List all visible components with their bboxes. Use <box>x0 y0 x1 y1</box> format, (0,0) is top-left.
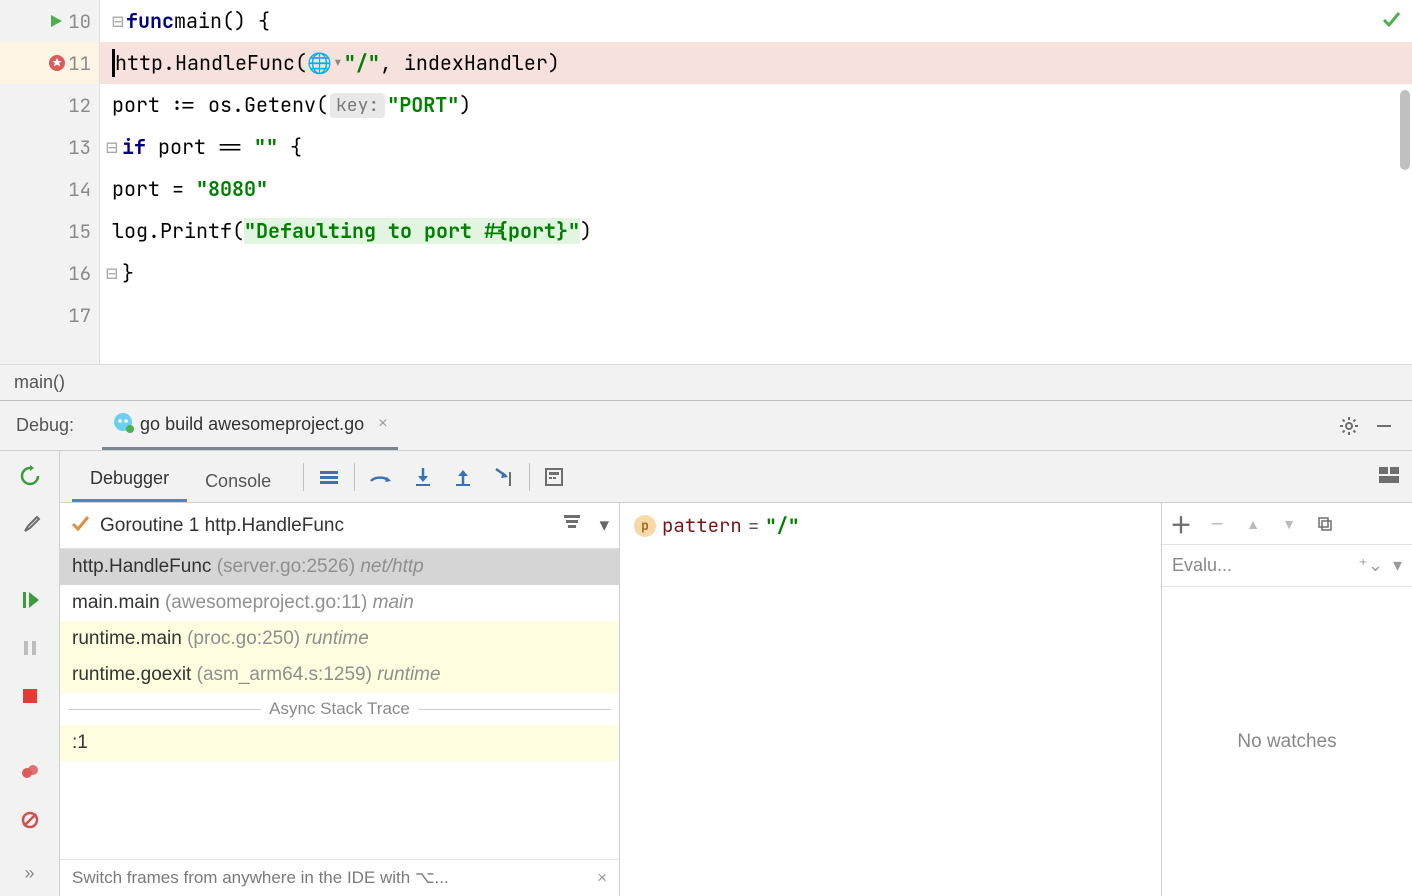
pause-button[interactable] <box>15 633 45 663</box>
mute-breakpoints-button[interactable] <box>15 805 45 835</box>
gopher-icon <box>112 411 134 438</box>
close-tab-icon[interactable]: × <box>378 415 387 433</box>
evaluate-input[interactable]: Evalu... ⁺⌄ ▾ <box>1162 545 1412 587</box>
move-down-icon[interactable]: ▼ <box>1278 516 1300 532</box>
stack-frame[interactable]: runtime.goexit (asm_arm64.s:1259) runtim… <box>60 657 619 693</box>
settings-icon[interactable] <box>1338 415 1360 437</box>
stack-frame[interactable]: :1 <box>60 725 619 761</box>
show-execution-point-icon[interactable] <box>318 468 340 486</box>
layout-settings-icon[interactable] <box>1378 466 1400 484</box>
line-number: 15 <box>49 219 91 244</box>
run-to-cursor-icon[interactable] <box>493 466 515 488</box>
console-tab[interactable]: Console <box>187 459 289 502</box>
move-up-icon[interactable]: ▲ <box>1242 516 1264 532</box>
remove-watch-icon[interactable]: − <box>1206 511 1228 537</box>
line-number: 13 <box>49 135 91 160</box>
debug-actions-strip: » <box>0 451 60 896</box>
copy-icon[interactable] <box>1314 516 1336 532</box>
inspection-ok-icon[interactable] <box>1380 8 1402 36</box>
watches-panel: ＋ − ▲ ▼ Evalu... ⁺⌄ ▾ No watches <box>1162 503 1412 896</box>
step-over-icon[interactable] <box>369 467 393 487</box>
stack-frame[interactable]: http.HandleFunc (server.go:2526) net/htt… <box>60 549 619 585</box>
debug-header: Debug: go build awesomeproject.go × <box>0 400 1412 450</box>
minimize-icon[interactable] <box>1374 415 1394 437</box>
debugger-tab[interactable]: Debugger <box>72 456 187 502</box>
breadcrumb[interactable]: main() <box>0 364 1412 400</box>
globe-icon[interactable]: 🌐▾ <box>307 50 344 76</box>
fold-icon[interactable]: ⊟ <box>112 8 124 34</box>
add-watch-icon[interactable]: ＋ <box>1170 508 1192 540</box>
step-out-icon[interactable] <box>453 466 473 488</box>
code-editor[interactable]: ⊟func main() { http.HandleFunc(🌐▾"/", in… <box>100 0 1412 364</box>
step-into-icon[interactable] <box>413 466 433 488</box>
resume-button[interactable] <box>15 585 45 615</box>
add-to-watches-icon[interactable]: ⁺⌄ <box>1358 555 1383 576</box>
variables-panel[interactable]: p pattern = "/" <box>620 503 1162 896</box>
frames-panel: Goroutine 1 http.HandleFunc ▾ http.Handl… <box>60 503 620 896</box>
filter-icon[interactable] <box>563 514 581 537</box>
line-number: 16 <box>49 261 91 286</box>
checkmark-icon <box>70 513 90 539</box>
stop-button[interactable] <box>15 681 45 711</box>
fold-icon[interactable]: ⊟ <box>106 134 118 160</box>
param-badge-icon: p <box>634 515 656 537</box>
watches-empty-label: No watches <box>1162 587 1412 896</box>
debug-run-tab[interactable]: go build awesomeproject.go × <box>102 401 397 450</box>
scrollbar-thumb[interactable] <box>1400 90 1410 170</box>
frames-list[interactable]: http.HandleFunc (server.go:2526) net/htt… <box>60 549 619 859</box>
debug-toolbar: Debugger Console <box>60 451 1412 503</box>
rerun-button[interactable] <box>15 461 45 491</box>
evaluate-expression-icon[interactable] <box>544 467 564 487</box>
stack-frame-empty <box>60 761 619 795</box>
line-number: 12 <box>49 93 91 118</box>
frames-hint: Switch frames from anywhere in the IDE w… <box>60 859 619 896</box>
async-stack-divider: Async Stack Trace <box>60 693 619 725</box>
gutter[interactable]: 10 11 12 13 14 15 16 17 <box>0 0 100 364</box>
more-actions-icon[interactable]: » <box>15 858 45 888</box>
stack-frame[interactable]: runtime.main (proc.go:250) runtime <box>60 621 619 657</box>
line-number: 14 <box>49 177 91 202</box>
close-hint-icon[interactable]: × <box>597 868 607 888</box>
breakpoint-icon[interactable] <box>48 54 98 72</box>
line-number: 17 <box>49 303 91 328</box>
debug-label: Debug: <box>8 415 82 436</box>
stack-frame[interactable]: main.main (awesomeproject.go:11) main <box>60 585 619 621</box>
dropdown-icon[interactable]: ▾ <box>599 514 609 537</box>
run-gutter-icon[interactable] <box>48 13 98 29</box>
fold-icon[interactable]: ⊟ <box>106 260 118 286</box>
modify-run-config-button[interactable] <box>15 509 45 539</box>
param-hint: key: <box>330 93 385 118</box>
goroutine-selector[interactable]: Goroutine 1 http.HandleFunc ▾ <box>60 503 619 549</box>
view-breakpoints-button[interactable] <box>15 757 45 787</box>
history-dropdown-icon[interactable]: ▾ <box>1393 555 1402 576</box>
variable-row[interactable]: p pattern = "/" <box>634 513 1147 538</box>
